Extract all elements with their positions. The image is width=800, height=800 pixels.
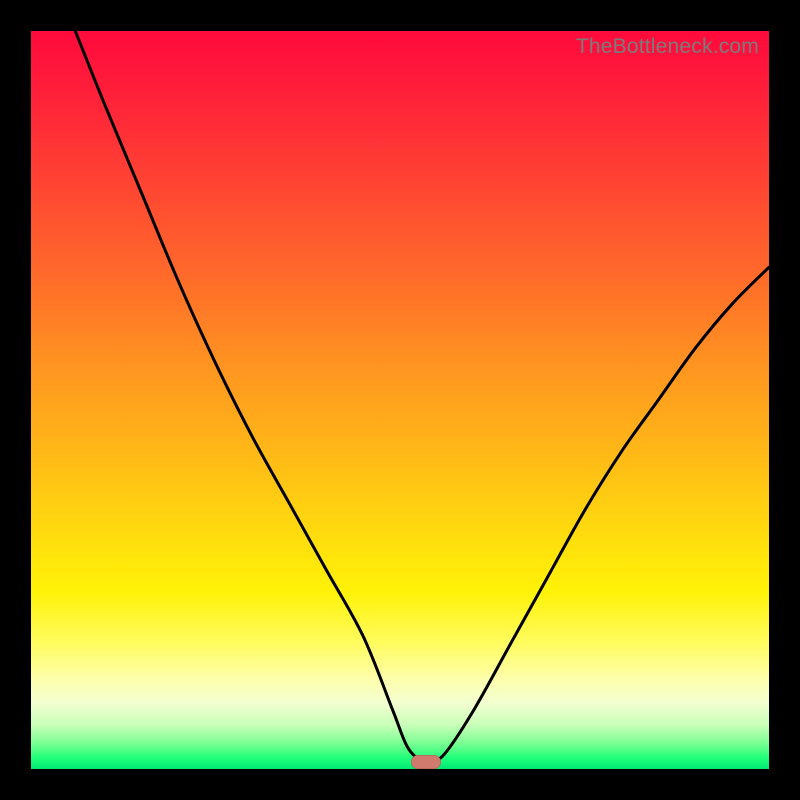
curve-path xyxy=(75,31,769,763)
bottleneck-curve xyxy=(31,31,769,769)
chart-frame: TheBottleneck.com xyxy=(0,0,800,800)
optimal-marker xyxy=(411,755,441,769)
plot-area: TheBottleneck.com xyxy=(31,31,769,769)
